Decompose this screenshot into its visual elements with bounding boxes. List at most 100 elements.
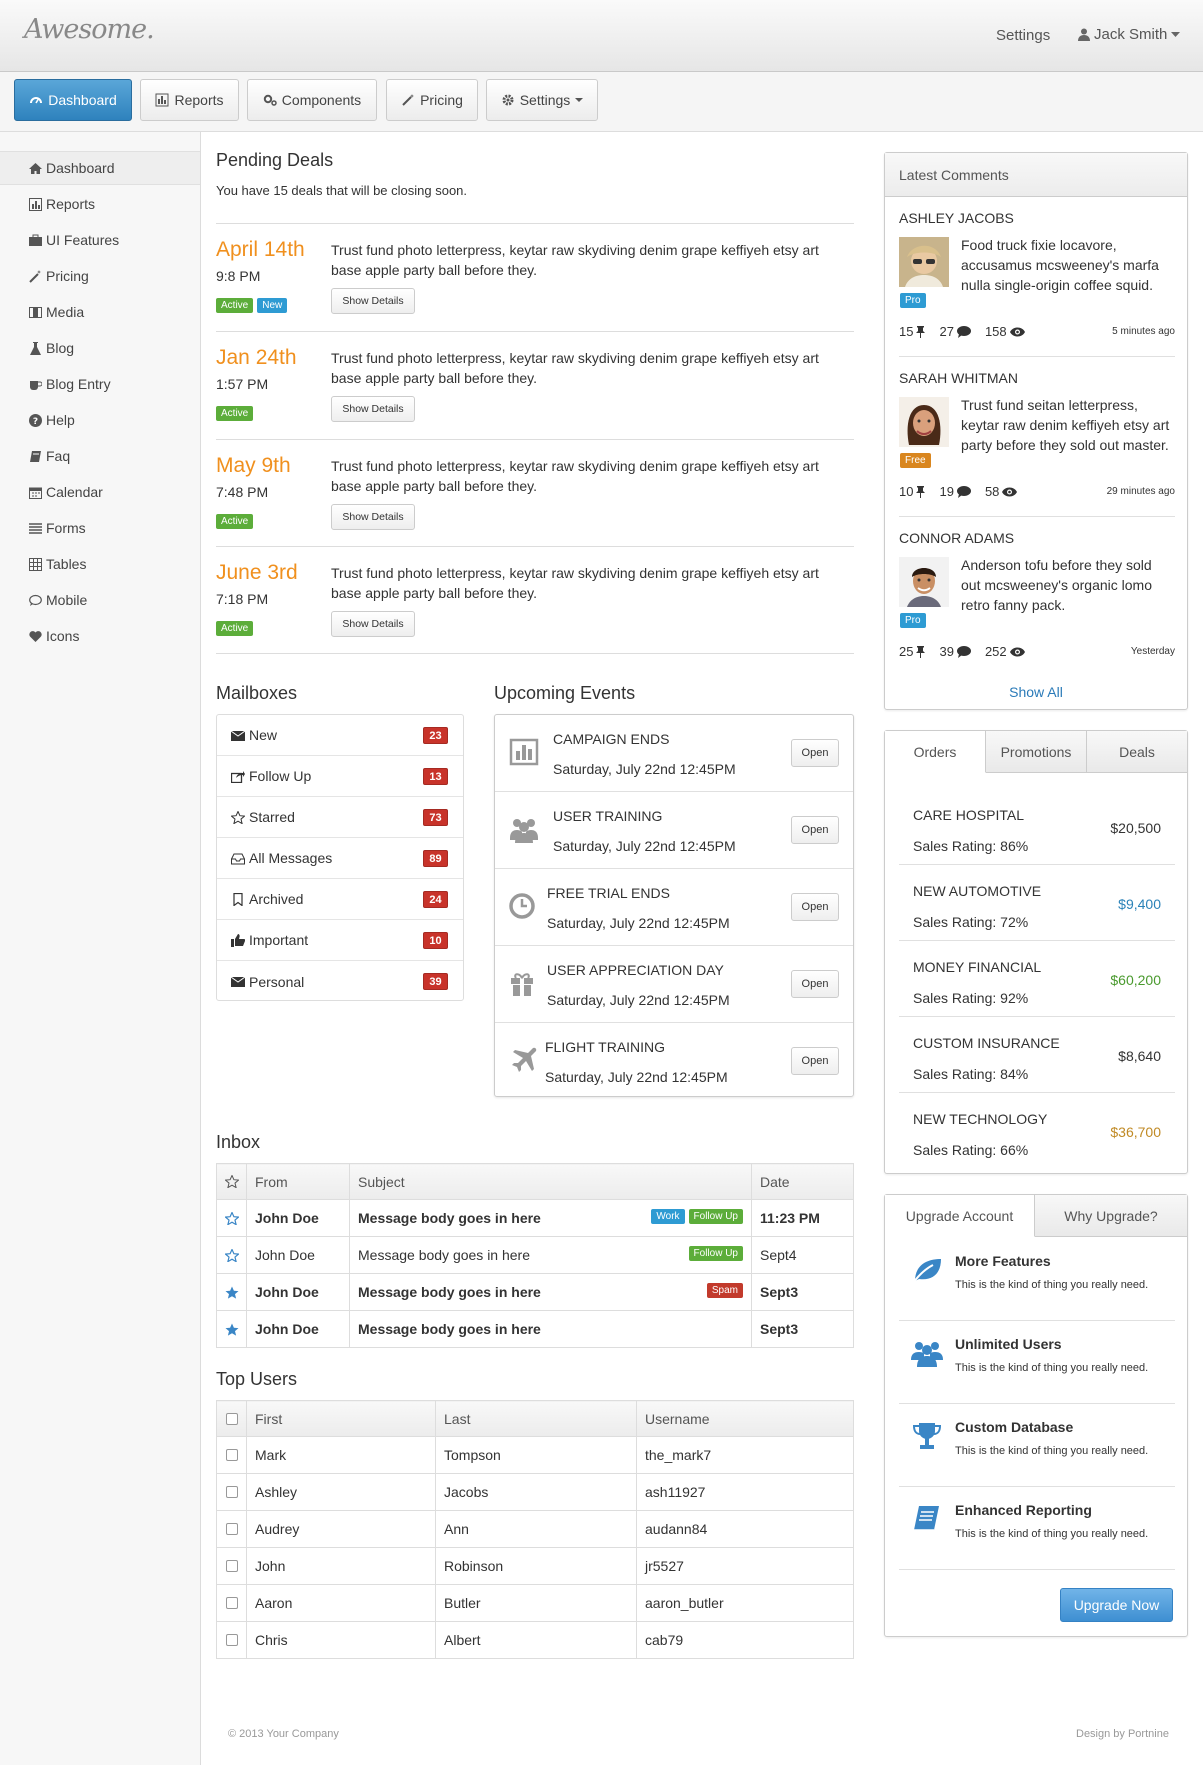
mailbox-item-starred[interactable]: Starred 73 <box>217 797 463 838</box>
star-outline-icon[interactable] <box>224 1211 239 1225</box>
sidebar-item-media[interactable]: Media <box>0 295 200 329</box>
column-header[interactable]: From <box>246 1163 350 1200</box>
commenter-name[interactable]: ASHLEY JACOBS <box>899 210 1014 226</box>
mailbox-item-new[interactable]: New 23 <box>217 715 463 756</box>
comment-item: CONNOR ADAMS Pro Anderson tofu before th… <box>899 517 1175 677</box>
logo[interactable]: Awesome. <box>24 14 155 45</box>
pin-stat[interactable]: 25 <box>899 644 926 659</box>
sidebar-item-icons[interactable]: Icons <box>0 619 200 653</box>
tab-promotions[interactable]: Promotions <box>986 731 1087 772</box>
row-checkbox[interactable] <box>225 1486 238 1498</box>
sidebar-item-ui-features[interactable]: UI Features <box>0 223 200 257</box>
eye-icon <box>1002 487 1018 496</box>
view-stat[interactable]: 58 <box>985 484 1018 499</box>
table-row[interactable]: John Doe Message body goes in here Sept3 <box>216 1310 854 1348</box>
row-checkbox[interactable] <box>225 1449 238 1461</box>
tab-deals[interactable]: Deals <box>1087 731 1187 772</box>
sidebar-item-blog[interactable]: Blog <box>0 331 200 365</box>
order-name: NEW AUTOMOTIVE <box>913 883 1042 899</box>
column-header[interactable]: Date <box>751 1163 854 1200</box>
open-event-button[interactable]: Open <box>791 739 839 767</box>
top-settings-link[interactable]: Settings <box>996 27 1050 44</box>
nav-bar: Dashboard Reports Components Pricing Set… <box>0 72 1203 132</box>
show-details-button[interactable]: Show Details <box>331 611 415 637</box>
nav-pricing-button[interactable]: Pricing <box>386 79 478 121</box>
comment-text: Anderson tofu before they sold out mcswe… <box>961 557 1152 613</box>
deal-badges: Active <box>216 514 254 529</box>
pin-stat[interactable]: 15 <box>899 324 926 339</box>
commenter-name[interactable]: CONNOR ADAMS <box>899 530 1014 546</box>
order-item[interactable]: CUSTOM INSURANCE Sales Rating: 84% $8,64… <box>899 1017 1175 1093</box>
nav-dashboard-button[interactable]: Dashboard <box>14 79 132 121</box>
event-name: FREE TRIAL ENDS <box>547 885 670 901</box>
upgrade-now-button[interactable]: Upgrade Now <box>1060 1588 1173 1622</box>
sidebar-item-forms[interactable]: Forms <box>0 511 200 545</box>
mailbox-item-personal[interactable]: Personal 39 <box>217 961 463 1002</box>
comment-stat[interactable]: 27 <box>939 324 971 339</box>
mailbox-item-follow-up[interactable]: Follow Up 13 <box>217 756 463 797</box>
footer-credit[interactable]: Design by Portnine <box>1076 1728 1169 1740</box>
tab-upgrade-account[interactable]: Upgrade Account <box>885 1195 1035 1237</box>
select-all-checkbox[interactable] <box>225 1412 238 1425</box>
nav-settings-dropdown[interactable]: Settings <box>486 79 598 121</box>
mailbox-item-important[interactable]: Important 10 <box>217 920 463 961</box>
comment-item: SARAH WHITMAN Free Trust fund seitan let… <box>899 357 1175 517</box>
star-filled-icon[interactable] <box>225 1323 239 1336</box>
nav-components-button[interactable]: Components <box>247 79 377 121</box>
star-filled-icon[interactable] <box>225 1286 239 1299</box>
user-menu[interactable]: Jack Smith <box>1078 26 1181 43</box>
open-event-button[interactable]: Open <box>791 970 839 998</box>
mailbox-label: All Messages <box>249 850 333 866</box>
open-event-button[interactable]: Open <box>791 893 839 921</box>
status-badge: New <box>257 298 288 313</box>
nav-reports-button[interactable]: Reports <box>140 79 239 121</box>
sidebar-item-dashboard[interactable]: Dashboard <box>0 151 200 185</box>
order-item[interactable]: CARE HOSPITAL Sales Rating: 86% $20,500 <box>899 789 1175 865</box>
order-item[interactable]: NEW TECHNOLOGY Sales Rating: 66% $36,700 <box>899 1093 1175 1169</box>
order-item[interactable]: NEW AUTOMOTIVE Sales Rating: 72% $9,400 <box>899 865 1175 941</box>
sidebar-item-faq[interactable]: Faq <box>0 439 200 473</box>
order-item[interactable]: MONEY FINANCIAL Sales Rating: 92% $60,20… <box>899 941 1175 1017</box>
sidebar-item-reports[interactable]: Reports <box>0 187 200 221</box>
star-column-header[interactable] <box>216 1163 247 1200</box>
star-outline-icon[interactable] <box>224 1248 239 1262</box>
mailbox-item-archived[interactable]: Archived 24 <box>217 879 463 920</box>
sidebar-item-tables[interactable]: Tables <box>0 547 200 581</box>
table-row[interactable]: John Doe Message body goes in here Spam … <box>216 1273 854 1311</box>
row-checkbox[interactable] <box>225 1560 238 1572</box>
view-stat[interactable]: 158 <box>985 324 1025 339</box>
tab-orders[interactable]: Orders <box>885 731 986 773</box>
column-header[interactable]: Username <box>636 1400 854 1437</box>
table-row[interactable]: John Doe Message body goes in here Follo… <box>216 1236 854 1274</box>
sidebar-item-pricing[interactable]: Pricing <box>0 259 200 293</box>
deal-badges: Active <box>216 621 254 636</box>
view-stat[interactable]: 252 <box>985 644 1025 659</box>
column-header[interactable]: First <box>246 1400 436 1437</box>
open-event-button[interactable]: Open <box>791 1047 839 1075</box>
sidebar-item-help[interactable]: ? Help <box>0 403 200 437</box>
show-details-button[interactable]: Show Details <box>331 396 415 422</box>
comment-stat[interactable]: 39 <box>939 644 971 659</box>
sidebar-item-calendar[interactable]: Calendar <box>0 475 200 509</box>
mailbox-item-all-messages[interactable]: All Messages 89 <box>217 838 463 879</box>
sidebar-item-mobile[interactable]: Mobile <box>0 583 200 617</box>
sidebar-item-blog-entry[interactable]: Blog Entry <box>0 367 200 401</box>
column-header[interactable]: Last <box>435 1400 637 1437</box>
pin-stat[interactable]: 10 <box>899 484 926 499</box>
row-checkbox[interactable] <box>225 1597 238 1609</box>
table-row[interactable]: John Doe Message body goes in here Work … <box>216 1199 854 1237</box>
open-event-button[interactable]: Open <box>791 816 839 844</box>
commenter-name[interactable]: SARAH WHITMAN <box>899 370 1018 386</box>
row-checkbox[interactable] <box>225 1523 238 1535</box>
row-checkbox[interactable] <box>225 1634 238 1646</box>
status-badge: Active <box>216 514 254 529</box>
show-details-button[interactable]: Show Details <box>331 288 415 314</box>
show-details-button[interactable]: Show Details <box>331 504 415 530</box>
show-all-link[interactable]: Show All <box>885 684 1187 700</box>
event-name: FLIGHT TRAINING <box>545 1039 666 1055</box>
comment-stat[interactable]: 19 <box>939 484 971 499</box>
column-header[interactable]: Subject <box>349 1163 752 1200</box>
tab-why-upgrade[interactable]: Why Upgrade? <box>1035 1195 1187 1236</box>
sidebar-item-label: Faq <box>46 448 71 464</box>
message-from: John Doe <box>246 1236 350 1274</box>
